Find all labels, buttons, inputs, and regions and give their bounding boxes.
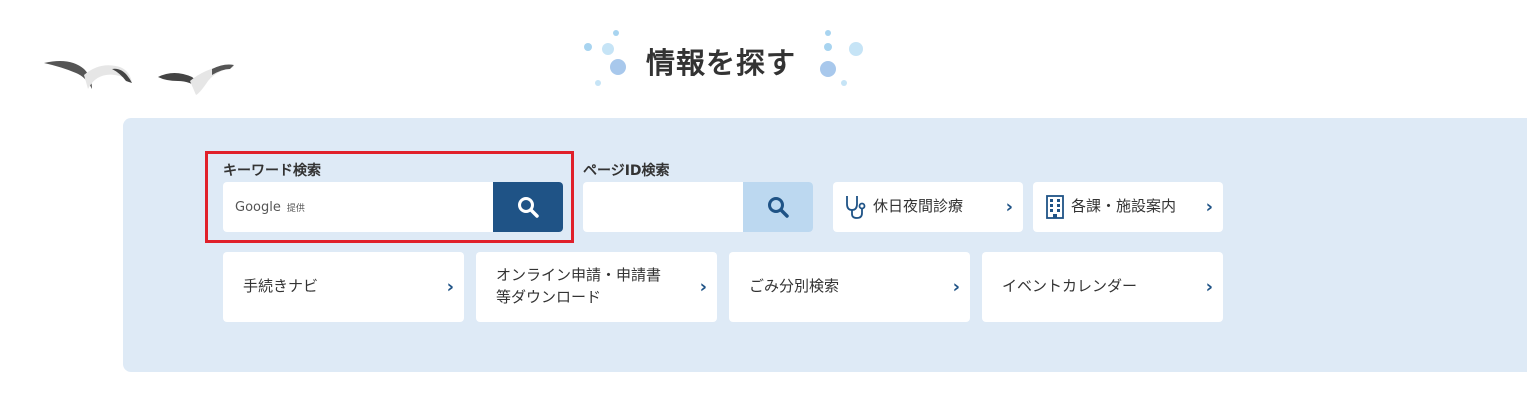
holiday-night-clinic-link[interactable]: 休日夜間診療 › [833, 182, 1023, 232]
page-id-search-label: ページID検索 [583, 163, 670, 179]
chevron-right-icon: › [1005, 196, 1013, 218]
online-application-label: オンライン申請・申請書 等ダウンロード [496, 265, 661, 309]
search-icon [518, 197, 539, 218]
departments-facilities-label: 各課・施設案内 [1071, 197, 1177, 216]
bubbles-right-decoration [820, 30, 863, 86]
provided-by-text: 提供 [286, 203, 305, 214]
chevron-right-icon: › [699, 276, 707, 298]
chevron-right-icon: › [446, 276, 454, 298]
page-id-input[interactable] [583, 182, 743, 232]
page-id-search-button[interactable] [743, 182, 813, 232]
stethoscope-icon [846, 196, 866, 219]
find-information-section: 情報を探す キーワード検索 Google 提供 ページID検索 休日夜間診療 ›… [0, 0, 1527, 413]
holiday-night-clinic-label: 休日夜間診療 [873, 197, 964, 216]
procedure-navi-link[interactable]: 手続きナビ › [223, 252, 464, 322]
page-id-search-box [583, 182, 813, 232]
event-calendar-link[interactable]: イベントカレンダー › [982, 252, 1223, 322]
chevron-right-icon: › [952, 276, 960, 298]
departments-facilities-link[interactable]: 各課・施設案内 › [1033, 182, 1223, 232]
search-icon [768, 197, 789, 218]
keyword-search-button[interactable] [493, 182, 563, 232]
online-application-label-line1: オンライン申請・申請書 [496, 266, 662, 285]
building-icon [1046, 195, 1064, 219]
garbage-sorting-link[interactable]: ごみ分別検索 › [729, 252, 970, 322]
chevron-right-icon: › [1205, 196, 1213, 218]
garbage-sorting-label: ごみ分別検索 [749, 277, 840, 296]
keyword-search-box: Google 提供 [223, 182, 563, 232]
birds-decoration [44, 61, 234, 95]
keyword-search-label: キーワード検索 [223, 163, 321, 179]
section-title: 情報を探す [646, 46, 797, 80]
keyword-search-input[interactable]: Google 提供 [223, 182, 493, 232]
event-calendar-label: イベントカレンダー [1002, 277, 1138, 296]
online-application-link[interactable]: オンライン申請・申請書 等ダウンロード › [476, 252, 717, 322]
search-panel [123, 118, 1527, 372]
google-brand-text: Google [235, 199, 281, 215]
procedure-navi-label: 手続きナビ [243, 277, 319, 296]
bubbles-left-decoration [584, 30, 626, 86]
online-application-label-line2: 等ダウンロード [496, 288, 602, 306]
chevron-right-icon: › [1205, 276, 1213, 298]
